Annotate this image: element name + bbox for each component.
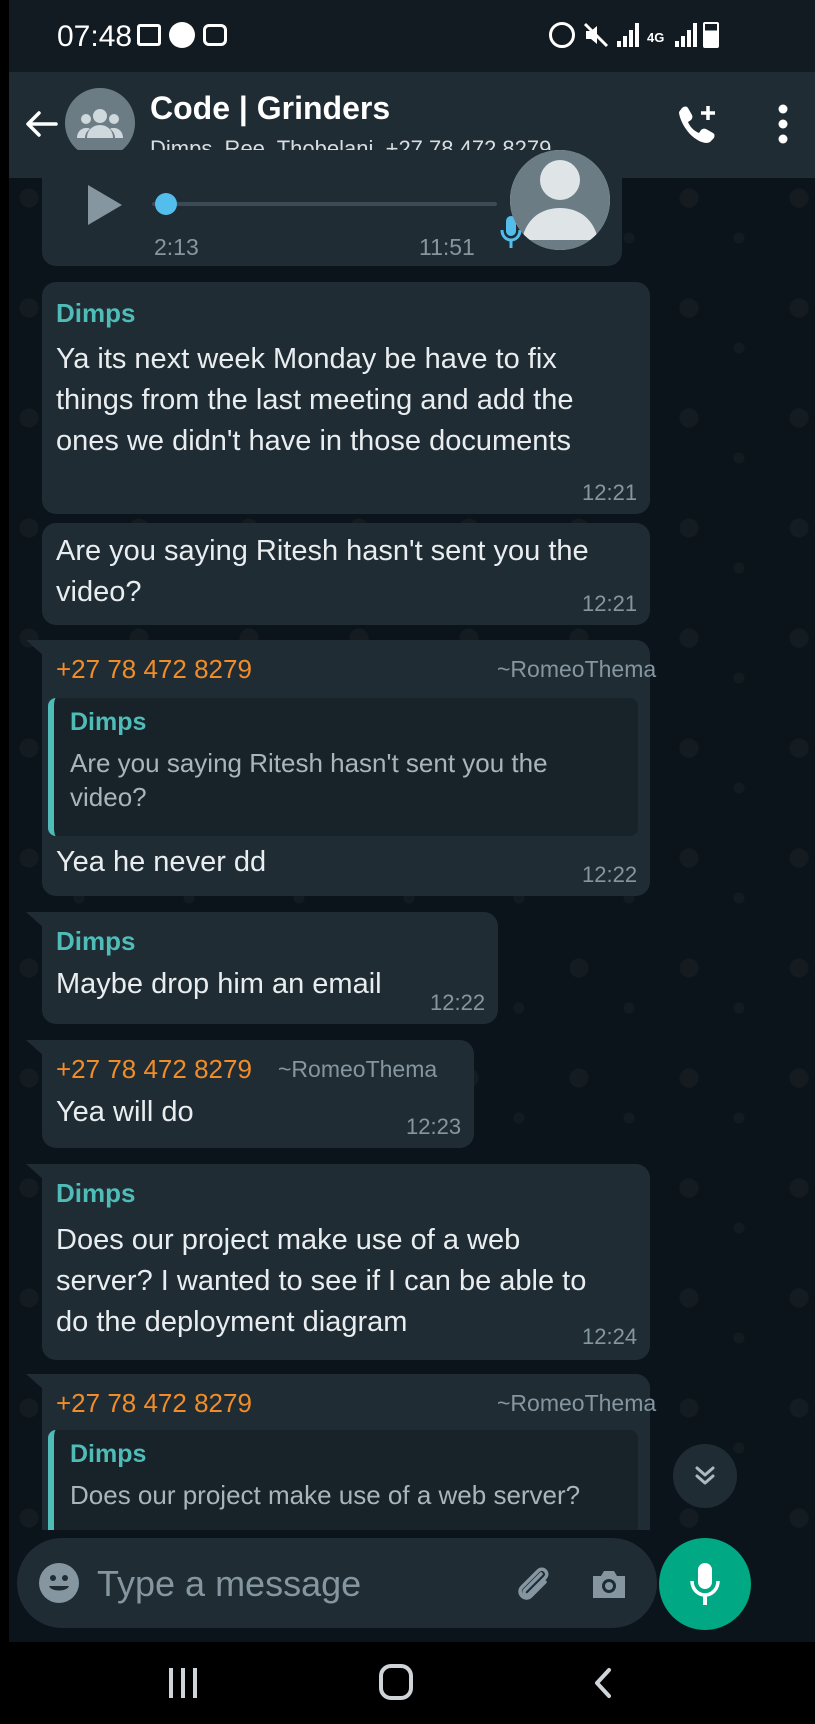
microphone-icon xyxy=(690,1563,720,1605)
message-time: 12:21 xyxy=(582,591,638,616)
message-sender[interactable]: Dimps xyxy=(56,1178,135,1209)
voice-elapsed: 2:13 xyxy=(154,234,199,260)
sender-alias: ~RomeoThema xyxy=(497,1390,657,1416)
voice-note-bubble[interactable]: 2:13 11:51 xyxy=(42,150,622,266)
home-icon[interactable] xyxy=(379,1664,413,1700)
message-bubble[interactable]: Dimps Maybe drop him an email 12:22 xyxy=(42,912,498,1024)
quoted-sender: Dimps xyxy=(70,1440,147,1468)
message-text: Maybe drop him an email xyxy=(56,968,382,1000)
signal-icon-2 xyxy=(675,22,697,48)
system-back-icon[interactable] xyxy=(587,1666,621,1700)
message-sender[interactable]: +27 78 472 8279 xyxy=(56,654,252,685)
message-bubble[interactable]: +27 78 472 8279 ~RomeoThema Yea will do … xyxy=(42,1040,474,1148)
sender-alias: ~RomeoThema xyxy=(278,1056,438,1082)
voice-progress-knob[interactable] xyxy=(155,193,177,215)
alarm-icon xyxy=(549,22,575,48)
message-text: Are you saying Ritesh hasn't sent you th… xyxy=(56,535,589,608)
paperclip-icon[interactable] xyxy=(511,1562,555,1606)
recent-apps-icon[interactable] xyxy=(169,1668,197,1698)
group-icon xyxy=(77,109,123,138)
quoted-sender: Dimps xyxy=(70,708,147,736)
message-sender[interactable]: +27 78 472 8279 xyxy=(56,1388,252,1419)
camera-icon[interactable] xyxy=(587,1562,631,1606)
group-avatar[interactable] xyxy=(65,88,135,158)
message-sender[interactable]: Dimps xyxy=(56,926,135,957)
message-text: Does our project make use of a web serve… xyxy=(56,1224,587,1338)
voice-record-button[interactable] xyxy=(659,1538,751,1630)
message-composer xyxy=(17,1538,657,1628)
gallery-icon xyxy=(137,22,161,48)
more-options-icon[interactable] xyxy=(777,104,789,144)
mute-icon xyxy=(583,22,609,48)
scroll-to-bottom-button[interactable] xyxy=(673,1444,737,1508)
message-time: 12:21 xyxy=(582,480,638,505)
message-input[interactable] xyxy=(95,1556,479,1612)
message-bubble[interactable]: Dimps Does our project make use of a web… xyxy=(42,1164,650,1360)
status-time: 07:48 xyxy=(57,20,133,53)
voice-time: 11:51 xyxy=(419,234,475,260)
message-text: Yea he never dd xyxy=(56,846,267,878)
battery-icon xyxy=(703,22,719,48)
quoted-text: Does our project make use of a web serve… xyxy=(70,1480,581,1510)
signal-icon xyxy=(617,22,639,48)
quoted-message[interactable]: Dimps Are you saying Ritesh hasn't sent … xyxy=(48,698,638,836)
message-sender[interactable]: Dimps xyxy=(56,298,135,329)
sender-avatar[interactable] xyxy=(510,150,610,250)
status-bar: 07:48 4G xyxy=(9,0,815,72)
voice-progress-track[interactable] xyxy=(152,202,497,206)
music-icon xyxy=(169,22,195,48)
chat-title[interactable]: Code | Grinders xyxy=(150,90,390,127)
message-time: 12:22 xyxy=(430,990,486,1015)
person-icon xyxy=(510,150,610,250)
chat-screen: 07:48 4G Code | Grinders Dimps, Ree, Tho… xyxy=(9,0,815,1724)
message-sender[interactable]: +27 78 472 8279 xyxy=(56,1054,252,1085)
message-bubble[interactable]: +27 78 472 8279 ~RomeoThema Dimps Are yo… xyxy=(42,640,656,896)
quoted-text: Are you saying Ritesh hasn't sent you th… xyxy=(70,748,548,812)
notification-icon xyxy=(203,22,227,48)
sender-alias: ~RomeoThema xyxy=(497,656,657,682)
message-text: Yea will do xyxy=(56,1096,194,1128)
message-time: 12:23 xyxy=(406,1114,462,1139)
message-bubble[interactable]: Dimps Ya its next week Monday be have to… xyxy=(42,282,650,514)
play-icon[interactable] xyxy=(88,185,122,225)
message-text: Ya its next week Monday be have to fix t… xyxy=(56,343,574,457)
system-nav-bar xyxy=(9,1642,815,1724)
message-time: 12:24 xyxy=(582,1324,638,1349)
back-arrow-icon[interactable] xyxy=(23,106,59,142)
emoji-icon[interactable] xyxy=(39,1563,79,1603)
network-type-label: 4G xyxy=(647,29,665,45)
message-bubble[interactable]: Are you saying Ritesh hasn't sent you th… xyxy=(42,523,650,625)
message-time: 12:22 xyxy=(582,862,638,887)
add-call-icon[interactable] xyxy=(674,102,720,148)
double-chevron-down-icon xyxy=(695,1466,715,1485)
